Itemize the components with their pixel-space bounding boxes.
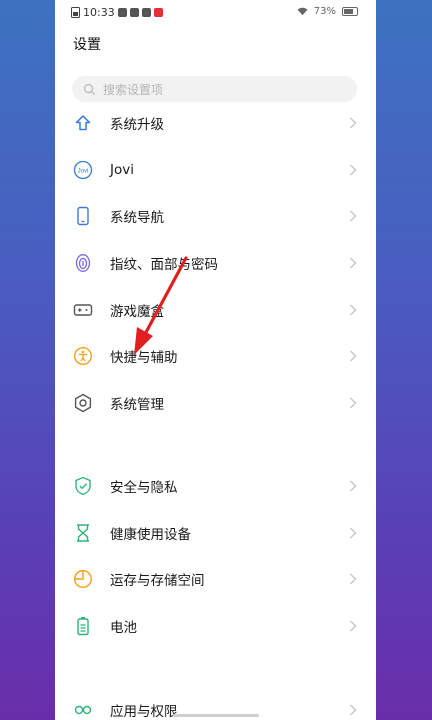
hourglass-icon — [73, 523, 93, 543]
gamepad-icon — [73, 300, 93, 320]
settings-item-label: 指纹、面部与密码 — [110, 257, 218, 273]
home-indicator[interactable] — [173, 714, 259, 717]
upgrade-icon — [73, 113, 93, 133]
settings-item-memory-storage[interactable]: 运存与存储空间 — [55, 559, 376, 599]
settings-item-jovi[interactable]: Jovi Jovi — [55, 150, 376, 190]
svg-text:Jovi: Jovi — [78, 169, 89, 175]
settings-item-system-upgrade[interactable]: 系统升级 — [55, 103, 376, 143]
wifi-icon — [297, 7, 308, 16]
message-icon — [141, 8, 151, 17]
notification-icon — [129, 8, 139, 17]
fingerprint-icon — [73, 253, 93, 273]
storage-icon — [73, 569, 93, 589]
settings-item-battery[interactable]: 电池 — [55, 606, 376, 646]
chevron-right-icon — [349, 164, 357, 176]
chevron-right-icon — [349, 257, 357, 269]
apps-icon — [73, 700, 93, 720]
settings-item-fingerprint-face-password[interactable]: 指纹、面部与密码 — [55, 243, 376, 283]
settings-item-shortcuts-accessibility[interactable]: 快捷与辅助 — [55, 336, 376, 376]
settings-item-label: 快捷与辅助 — [110, 350, 178, 366]
battery-icon — [73, 616, 93, 636]
settings-item-label: 应用与权限 — [110, 704, 178, 720]
settings-item-label: 游戏魔盒 — [110, 304, 164, 320]
page-title: 设置 — [73, 37, 101, 53]
app-notification-icon — [153, 8, 163, 17]
search-placeholder: 搜索设置项 — [103, 82, 164, 97]
settings-item-label: 电池 — [110, 620, 137, 636]
status-bar: 10:33 73% — [55, 0, 376, 26]
settings-item-label: Jovi — [110, 162, 134, 178]
chevron-right-icon — [349, 397, 357, 409]
settings-item-healthy-device-use[interactable]: 健康使用设备 — [55, 513, 376, 553]
sim-icon — [71, 7, 80, 18]
settings-item-label: 安全与隐私 — [110, 480, 178, 496]
battery-icon — [342, 7, 358, 16]
gear-icon — [73, 393, 93, 413]
settings-item-label: 运存与存储空间 — [110, 573, 205, 589]
shield-icon — [73, 476, 93, 496]
settings-item-game-box[interactable]: 游戏魔盒 — [55, 290, 376, 330]
chevron-right-icon — [349, 704, 357, 716]
phone-icon — [73, 206, 93, 226]
chevron-right-icon — [349, 573, 357, 585]
search-icon — [83, 83, 96, 95]
battery-percent: 73% — [313, 6, 336, 17]
chevron-right-icon — [349, 304, 357, 316]
chevron-right-icon — [349, 350, 357, 362]
search-input[interactable]: 搜索设置项 — [72, 76, 357, 102]
jovi-icon: Jovi — [73, 160, 93, 180]
settings-item-system-management[interactable]: 系统管理 — [55, 383, 376, 423]
settings-screen: 10:33 73% 设置 搜索设置项 系统升级 Jovi Jovi 系统导航 指… — [55, 0, 376, 720]
status-time: 10:33 — [83, 6, 115, 19]
chevron-right-icon — [349, 620, 357, 632]
chevron-right-icon — [349, 480, 357, 492]
chevron-right-icon — [349, 210, 357, 222]
settings-item-security-privacy[interactable]: 安全与隐私 — [55, 466, 376, 506]
settings-item-label: 健康使用设备 — [110, 527, 191, 543]
settings-item-label: 系统管理 — [110, 397, 164, 413]
chevron-right-icon — [349, 117, 357, 129]
settings-item-label: 系统导航 — [110, 210, 164, 226]
accessibility-icon — [73, 346, 93, 366]
settings-item-system-navigation[interactable]: 系统导航 — [55, 196, 376, 236]
chevron-right-icon — [349, 527, 357, 539]
settings-item-label: 系统升级 — [110, 117, 164, 133]
notification-icon — [117, 8, 127, 17]
